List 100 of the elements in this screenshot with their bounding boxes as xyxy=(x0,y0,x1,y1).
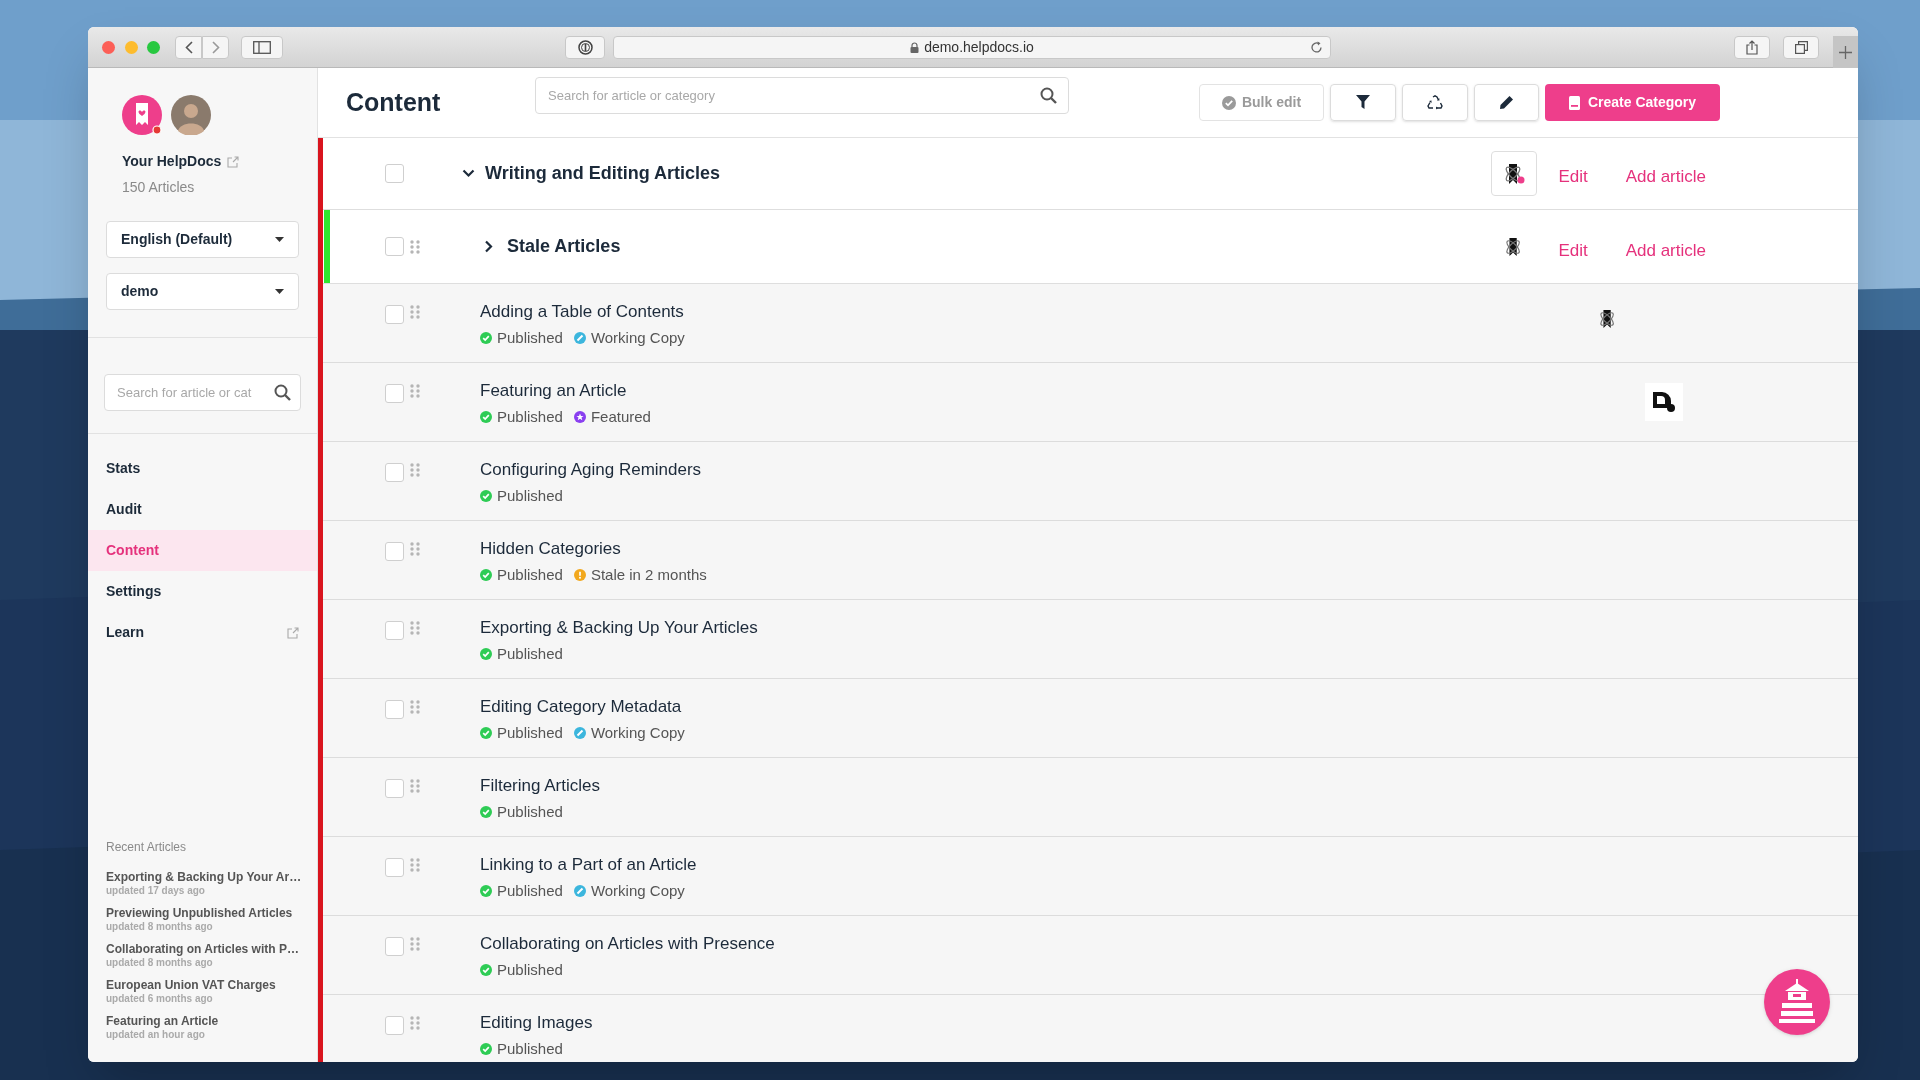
article-title[interactable]: Linking to a Part of an Article xyxy=(480,854,697,876)
checkbox[interactable] xyxy=(385,858,404,877)
help-beacon-button[interactable] xyxy=(1764,969,1830,1035)
checkbox[interactable] xyxy=(385,1016,404,1035)
status-label: Working Copy xyxy=(590,723,685,743)
recycle-button[interactable] xyxy=(1402,84,1468,121)
add-article-link[interactable]: Add article xyxy=(1625,163,1706,190)
article-title[interactable]: Hidden Categories xyxy=(480,538,707,560)
chevron-icon[interactable] xyxy=(482,240,495,253)
back-button[interactable] xyxy=(175,35,202,59)
status-label: Published xyxy=(497,486,563,506)
article-title[interactable]: Editing Images xyxy=(480,1012,593,1034)
drag-handle-icon[interactable] xyxy=(410,384,420,398)
check-circle-icon xyxy=(480,569,492,582)
article-title[interactable]: Featuring an Article xyxy=(480,380,651,402)
chevron-icon[interactable] xyxy=(462,167,475,180)
drag-handle-icon[interactable] xyxy=(410,1016,420,1030)
tabs-button[interactable] xyxy=(1783,35,1819,59)
tabs-icon xyxy=(1794,40,1808,54)
nav-item[interactable]: Learn xyxy=(88,612,317,653)
status-label: Stale in 2 months xyxy=(590,565,707,585)
address-bar[interactable]: demo.helpdocs.io xyxy=(613,35,1331,59)
search-icon[interactable] xyxy=(1040,87,1057,104)
workspace-dropdown[interactable]: demo xyxy=(106,273,299,310)
drag-handle-icon[interactable] xyxy=(410,542,420,556)
category-icon-button[interactable] xyxy=(1491,151,1538,196)
add-article-link[interactable]: Add article xyxy=(1625,237,1706,264)
edit-button[interactable] xyxy=(1474,84,1539,121)
page-icon-button[interactable] xyxy=(1645,383,1683,421)
nav-item[interactable]: Audit xyxy=(88,489,317,530)
checkbox[interactable] xyxy=(385,937,404,956)
site-name[interactable]: Your HelpDocs xyxy=(122,151,222,172)
close-window-button[interactable] xyxy=(102,40,115,54)
category-title[interactable]: Writing and Editing Articles xyxy=(485,160,720,187)
status-label: Working Copy xyxy=(590,328,685,348)
checkbox[interactable] xyxy=(385,621,404,640)
status-label: Published xyxy=(497,407,563,427)
check-circle-icon xyxy=(480,332,492,345)
language-dropdown[interactable]: English (Default) xyxy=(106,221,299,258)
article-title[interactable]: Adding a Table of Contents xyxy=(480,301,685,323)
recent-article-link[interactable]: Featuring an Article updated an hour ago xyxy=(106,1014,317,1042)
checkbox[interactable] xyxy=(385,700,404,719)
maximize-window-button[interactable] xyxy=(147,40,160,54)
checkbox[interactable] xyxy=(385,542,404,561)
recent-article-link[interactable]: Previewing Unpublished Articles updated 8 months ago xyxy=(106,906,317,934)
drag-handle-icon[interactable] xyxy=(410,621,420,635)
drag-handle-icon[interactable] xyxy=(410,305,420,319)
sidebar-search-field[interactable]: Search for article or cat xyxy=(104,374,301,411)
recent-articles-heading: Recent Articles xyxy=(106,839,188,856)
create-category-button[interactable]: Create Category xyxy=(1545,84,1720,121)
filter-button[interactable] xyxy=(1330,84,1396,121)
url-text: demo.helpdocs.io xyxy=(924,37,1034,57)
drag-handle-icon[interactable] xyxy=(410,779,420,793)
drag-handle-icon[interactable] xyxy=(410,700,420,714)
search-icon[interactable] xyxy=(274,384,291,401)
drag-handle-icon[interactable] xyxy=(410,463,420,477)
nav-item[interactable]: Settings xyxy=(88,571,317,612)
updated-time: updated an hour ago xyxy=(106,1028,206,1042)
edit-link[interactable]: Edit xyxy=(1558,163,1588,190)
check-circle-icon xyxy=(1221,95,1236,110)
drag-handle-icon[interactable] xyxy=(410,937,420,951)
user-avatar[interactable] xyxy=(171,95,211,135)
check-circle-icon xyxy=(480,885,492,898)
status-label: Published xyxy=(497,960,563,980)
checkbox[interactable] xyxy=(385,305,404,324)
checkbox[interactable] xyxy=(385,164,404,183)
article-title[interactable]: Configuring Aging Reminders xyxy=(480,459,702,481)
reload-icon[interactable] xyxy=(1310,40,1323,54)
status-label: Featured xyxy=(590,407,651,427)
checkbox[interactable] xyxy=(385,779,404,798)
nav-item[interactable]: Stats xyxy=(88,448,317,489)
status-label: Published xyxy=(497,565,563,585)
password-manager-button[interactable] xyxy=(565,35,605,59)
status-label: Published xyxy=(497,802,563,822)
minimize-window-button[interactable] xyxy=(125,40,138,54)
share-button[interactable] xyxy=(1734,35,1770,59)
article-title[interactable]: Collaborating on Articles with Presence xyxy=(480,933,775,955)
alert-circle-icon xyxy=(573,569,586,582)
checkbox[interactable] xyxy=(385,463,404,482)
sidebar-toggle-button[interactable] xyxy=(241,35,283,59)
nav-item[interactable]: Content xyxy=(88,530,317,571)
status-label: Published xyxy=(497,1039,563,1059)
article-title[interactable]: Filtering Articles xyxy=(480,775,600,797)
category-title[interactable]: Stale Articles xyxy=(507,233,621,260)
recent-article-link[interactable]: Exporting & Backing Up Your Ar… updated 17 days ago xyxy=(106,870,317,898)
recent-article-link[interactable]: Collaborating on Articles with P… updated 8 months ago xyxy=(106,942,317,970)
new-tab-button[interactable] xyxy=(1833,36,1858,68)
article-title[interactable]: Editing Category Metadata xyxy=(480,696,685,718)
recent-article-link[interactable]: European Union VAT Charges updated 6 months ago xyxy=(106,978,317,1006)
updated-time: updated 6 months ago xyxy=(106,992,214,1006)
checkbox[interactable] xyxy=(385,237,404,256)
check-circle-icon xyxy=(480,490,492,503)
drag-handle-icon[interactable] xyxy=(410,858,420,872)
external-link-icon[interactable] xyxy=(227,155,240,168)
checkbox[interactable] xyxy=(385,384,404,403)
article-title[interactable]: Exporting & Backing Up Your Articles xyxy=(480,617,758,639)
content-search-field[interactable]: Search for article or category xyxy=(535,77,1069,114)
edit-link[interactable]: Edit xyxy=(1558,237,1588,264)
forward-button[interactable] xyxy=(202,35,229,59)
drag-handle-icon[interactable] xyxy=(410,239,420,254)
